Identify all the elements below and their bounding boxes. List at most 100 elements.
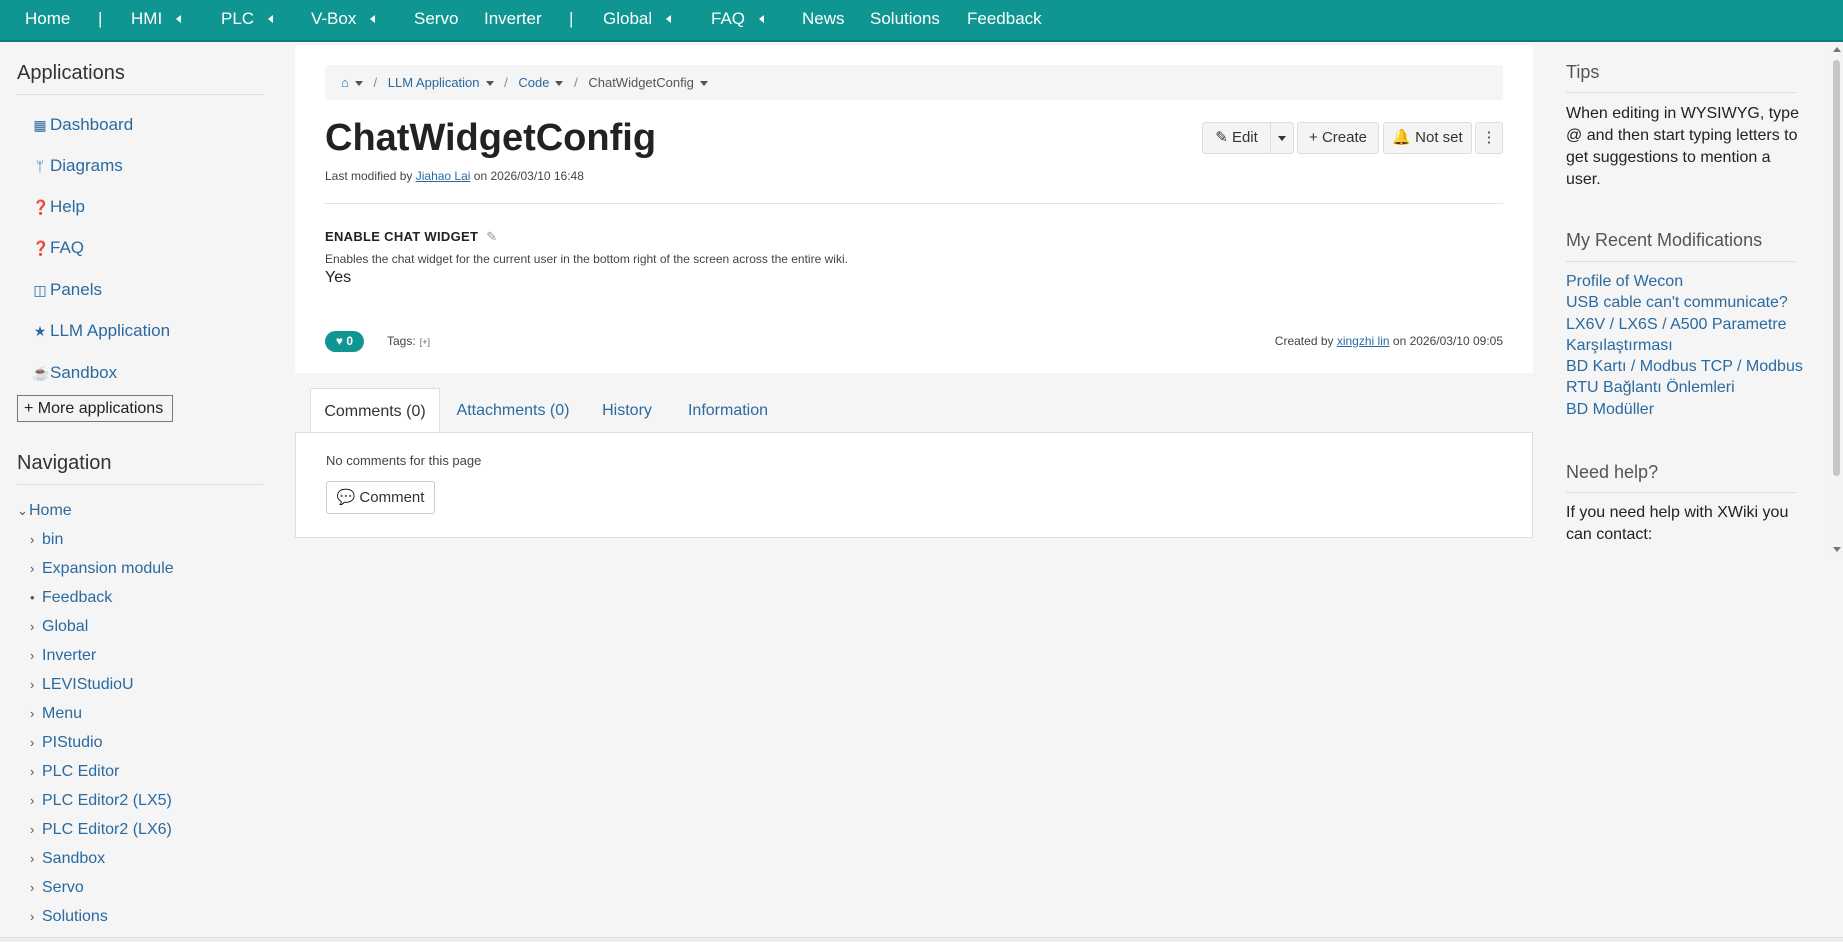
more-applications-button[interactable]: + More applications <box>17 395 173 422</box>
tree-item[interactable]: › Menu <box>30 705 82 723</box>
chevron-down-icon: ⌄ <box>17 503 28 518</box>
breadcrumb-llm-application[interactable]: LLM Application <box>388 75 480 90</box>
recent-modification-link[interactable]: USB cable can't communicate? <box>1566 292 1806 313</box>
recent-modification-link[interactable]: Profile of Wecon <box>1566 271 1806 292</box>
tree-item-label: PLC Editor2 (LX5) <box>42 792 172 809</box>
tree-item-label: Inverter <box>42 647 97 664</box>
caret-down-icon[interactable] <box>699 81 708 87</box>
tree-item-label: PLC Editor2 (LX6) <box>42 821 172 838</box>
edit-button[interactable]: ✎ Edit <box>1202 122 1271 154</box>
scroll-up-arrow-icon[interactable] <box>1833 47 1841 52</box>
tree-item[interactable]: › PLC Editor2 (LX6) <box>30 821 172 839</box>
navigation-panel-title: Navigation <box>17 452 112 474</box>
app-diagrams-link[interactable]: ᛘ Diagrams <box>32 156 123 176</box>
need-help-text: If you need help with XWiki you can cont… <box>1566 504 1789 543</box>
like-button[interactable]: ♥ 0 <box>325 331 364 352</box>
nav-hmi-label: HMI <box>131 9 163 28</box>
tree-item[interactable]: › Inverter <box>30 647 96 665</box>
chevron-right-icon: › <box>30 880 35 895</box>
last-modified-author-link[interactable]: Jiahao Lai <box>416 169 471 183</box>
scrollbar[interactable] <box>1830 42 1843 557</box>
divider <box>1566 261 1796 262</box>
tab-comments[interactable]: Comments (0) <box>310 388 440 433</box>
nav-faq[interactable]: FAQ <box>711 0 765 38</box>
add-tag-button[interactable]: [+] <box>420 337 430 347</box>
recent-modification-link[interactable]: BD Kartı / Modbus TCP / Modbus RTU Bağla… <box>1566 356 1806 398</box>
created-info: Created by xingzhi lin on 2026/03/10 09:… <box>1275 334 1503 348</box>
scroll-down-arrow-icon[interactable] <box>1833 547 1841 552</box>
breadcrumb-code[interactable]: Code <box>518 75 549 90</box>
chevron-right-icon: › <box>30 822 35 837</box>
tips-text: When editing in WYSIWYG, type @ and then… <box>1566 105 1799 188</box>
tree-item[interactable]: › Expansion module <box>30 560 174 578</box>
nav-inverter[interactable]: Inverter <box>484 0 542 38</box>
tree-item[interactable]: › PLC Editor2 (LX5) <box>30 792 172 810</box>
tree-item[interactable]: › Sandbox <box>30 850 105 868</box>
breadcrumb-separator: / <box>504 75 508 90</box>
app-sandbox-link[interactable]: ☕Sandbox <box>32 363 117 383</box>
comment-button[interactable]: 💬 Comment <box>326 481 435 514</box>
tree-item-home[interactable]: ⌄Home <box>17 502 72 520</box>
more-applications-label: More applications <box>37 400 164 417</box>
tree-item[interactable]: › bin <box>30 531 63 549</box>
edit-menu-toggle[interactable] <box>1270 122 1294 154</box>
home-icon[interactable]: ⌂ <box>341 75 349 90</box>
watch-button[interactable]: 🔔 Not set <box>1383 122 1472 154</box>
breadcrumb: ⌂ / LLM Application / Code / ChatWidgetC… <box>325 65 1503 100</box>
last-modified-date: on 2026/03/10 16:48 <box>473 169 584 183</box>
window-bottom-edge <box>0 937 1843 942</box>
left-sidebar: Applications ▦ Dashboard ᛘ Diagrams ❓Help … <box>0 42 285 937</box>
app-help-link[interactable]: ❓Help <box>32 197 85 217</box>
nav-home[interactable]: Home <box>25 0 70 38</box>
nav-hmi[interactable]: HMI <box>131 0 182 38</box>
scrollbar-thumb[interactable] <box>1833 60 1840 476</box>
tab-attachments[interactable]: Attachments (0) <box>448 388 578 433</box>
tree-item-label: Servo <box>42 879 84 896</box>
nav-separator: | <box>98 9 103 28</box>
tree-item[interactable]: › PIStudio <box>30 734 102 752</box>
tree-item-label: Home <box>29 502 72 519</box>
app-panels-link[interactable]: ◫ Panels <box>32 280 102 300</box>
nav-global[interactable]: Global <box>603 0 672 38</box>
nav-vbox[interactable]: V-Box <box>311 0 376 38</box>
tab-information[interactable]: Information <box>680 388 776 433</box>
created-date: on 2026/03/10 09:05 <box>1392 334 1503 348</box>
coffee-icon: ☕ <box>32 365 50 381</box>
create-button-label: Create <box>1321 129 1367 146</box>
recent-modification-link[interactable]: BD Modüller <box>1566 399 1806 420</box>
nav-servo[interactable]: Servo <box>414 0 458 38</box>
divider <box>17 94 263 95</box>
tab-history[interactable]: History <box>592 388 662 433</box>
caret-down-icon[interactable] <box>485 81 494 87</box>
tree-item[interactable]: › Servo <box>30 879 84 897</box>
nav-plc-label: PLC <box>221 9 255 28</box>
nav-news[interactable]: News <box>802 0 845 38</box>
nav-feedback[interactable]: Feedback <box>967 0 1042 38</box>
tree-item[interactable]: › Global <box>30 618 88 636</box>
tree-item[interactable]: › Solutions <box>30 908 108 926</box>
tree-item[interactable]: › PLC Editor <box>30 763 119 781</box>
chevron-right-icon: › <box>30 561 35 576</box>
divider <box>325 203 1503 204</box>
nav-plc[interactable]: PLC <box>221 0 274 38</box>
caret-left-icon <box>176 14 182 23</box>
tree-item[interactable]: • Feedback <box>30 589 112 607</box>
tree-item-label: Menu <box>42 705 83 722</box>
app-llm-application-link[interactable]: ★ LLM Application <box>32 321 170 341</box>
tree-item[interactable]: › LEVIStudioU <box>30 676 134 694</box>
branch-icon: ᛘ <box>35 158 45 174</box>
created-author-link[interactable]: xingzhi lin <box>1337 334 1390 348</box>
caret-down-icon[interactable] <box>555 81 564 87</box>
app-dashboard-link[interactable]: ▦ Dashboard <box>32 115 133 135</box>
nav-solutions[interactable]: Solutions <box>870 0 940 38</box>
caret-down-icon[interactable] <box>354 81 363 87</box>
pencil-icon[interactable]: ✎ <box>486 229 497 244</box>
recent-modification-link[interactable]: LX6V / LX6S / A500 Parametre Karşılaştır… <box>1566 314 1806 356</box>
chevron-right-icon: › <box>30 677 35 692</box>
nav-faq-label: FAQ <box>711 9 746 28</box>
bullet-icon: • <box>30 590 35 605</box>
create-button[interactable]: + Create <box>1297 122 1379 154</box>
app-faq-link[interactable]: ❓FAQ <box>32 238 84 258</box>
more-actions-button[interactable]: ⋮ <box>1475 122 1503 154</box>
property-value: Yes <box>325 269 352 286</box>
